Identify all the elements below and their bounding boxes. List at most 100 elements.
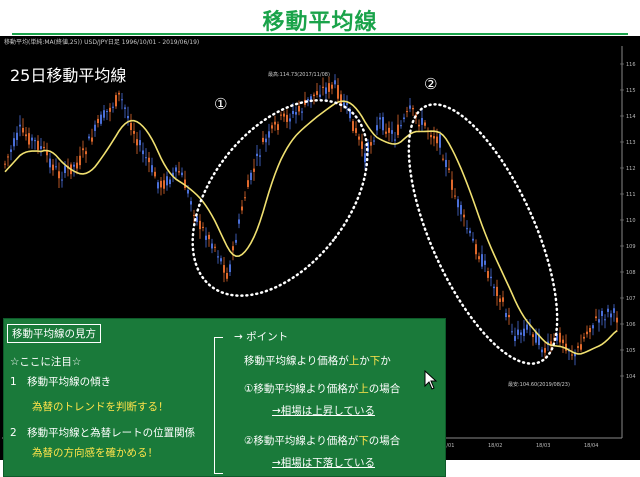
candle-body <box>238 219 240 224</box>
case-2: ②移動平均線より価格が下の場合 <box>244 433 400 448</box>
candle-body <box>94 124 96 131</box>
candle-body <box>457 199 459 208</box>
candle-body <box>175 167 177 172</box>
candle-body <box>370 142 372 146</box>
candle-body <box>235 239 237 243</box>
candle-body <box>223 265 225 273</box>
candle-body <box>259 155 261 157</box>
uptrend-ellipse <box>191 99 369 297</box>
candle-body <box>610 313 612 318</box>
candle-body <box>22 127 24 133</box>
candle-body <box>142 150 144 155</box>
candle-body <box>526 324 528 330</box>
candle-body <box>277 124 279 130</box>
candle-body <box>499 298 501 303</box>
candle-body <box>163 180 165 189</box>
candle-body <box>217 256 219 258</box>
point-label: → ポイント <box>234 331 289 343</box>
candle-body <box>139 140 141 146</box>
point-bracket <box>214 337 223 474</box>
item-1-sub: 為替のトレンドを判断する！ <box>32 401 169 413</box>
low-label: 最安:104.60(2019/08/23) <box>508 381 570 388</box>
point-line: 移動平均線より価格が上か下か <box>244 353 391 368</box>
candle-body <box>40 146 42 149</box>
candle-body <box>31 137 33 141</box>
candle-body <box>361 141 363 149</box>
price-tick-label: 107 <box>626 296 636 302</box>
focus-label: ☆ここに注目☆ <box>10 356 82 368</box>
point-line-text: 移動平均線より価格が <box>244 355 349 367</box>
candle-body <box>43 146 45 149</box>
candle-body <box>28 133 30 145</box>
candle-body <box>205 235 207 240</box>
candle-body <box>112 106 114 108</box>
candle-body <box>460 205 462 215</box>
candle-body <box>109 107 111 112</box>
candle-body <box>169 179 171 185</box>
candle-body <box>469 230 471 234</box>
candle-body <box>319 94 321 97</box>
candle-body <box>265 138 267 143</box>
candle-body <box>364 153 366 163</box>
candle-body <box>85 151 87 155</box>
candle-body <box>97 118 99 123</box>
candle-body <box>376 125 378 131</box>
candle-body <box>292 111 294 115</box>
candle-body <box>451 179 453 190</box>
candle-body <box>34 140 36 142</box>
candle-body <box>244 197 246 199</box>
candle-body <box>346 103 348 105</box>
candle-body <box>262 137 264 142</box>
candle-body <box>160 180 162 188</box>
candle-body <box>37 140 39 150</box>
candle-body <box>247 180 249 187</box>
candle-body <box>82 148 84 151</box>
candle-body <box>313 94 315 97</box>
candle-body <box>316 91 318 95</box>
candle-body <box>517 329 519 335</box>
candle-body <box>577 346 579 348</box>
candle-body <box>487 271 489 278</box>
candle-body <box>280 114 282 116</box>
candle-body <box>73 164 75 167</box>
candle-body <box>343 102 345 106</box>
candle-body <box>79 155 81 166</box>
candle-body <box>379 117 381 120</box>
candle-body <box>559 332 561 343</box>
point-down: 下 <box>369 355 381 367</box>
candle-body <box>193 214 195 216</box>
candle-body <box>91 137 93 142</box>
title-underline <box>12 33 628 35</box>
candle-body <box>202 226 204 228</box>
candle-body <box>232 246 234 251</box>
candle-body <box>121 99 123 101</box>
date-tick-label: 18/03 <box>536 443 550 449</box>
candle-body <box>178 171 180 173</box>
date-tick-label: 18/04 <box>584 443 598 449</box>
candle-body <box>562 339 564 344</box>
candlestick-chart[interactable]: 最高:114.73(2017/11/08) 最安:104.60(2019/08/2… <box>0 36 640 477</box>
candle-body <box>187 189 189 194</box>
candle-body <box>25 134 27 137</box>
candle-body <box>190 201 192 205</box>
candle-body <box>286 114 288 122</box>
candle-body <box>58 171 60 179</box>
candle-body <box>466 228 468 230</box>
candle-body <box>325 87 327 94</box>
candle-body <box>424 122 426 126</box>
candle-body <box>505 312 507 318</box>
candle-body <box>421 118 423 125</box>
candle-body <box>271 125 273 129</box>
candle-body <box>133 130 135 134</box>
candle-body <box>463 214 465 218</box>
candle-body <box>253 168 255 172</box>
case-1-up: 上 <box>358 383 369 395</box>
candle-body <box>442 158 444 160</box>
candle-body <box>448 168 450 170</box>
candle-body <box>49 158 51 168</box>
candle-body <box>16 132 18 140</box>
moving-average-label: 25日移動平均線 <box>10 66 127 85</box>
price-tick-label: 108 <box>626 270 636 276</box>
item-2: 2 移動平均線と為替レートの位置関係 <box>10 427 196 439</box>
candle-body <box>55 166 57 168</box>
